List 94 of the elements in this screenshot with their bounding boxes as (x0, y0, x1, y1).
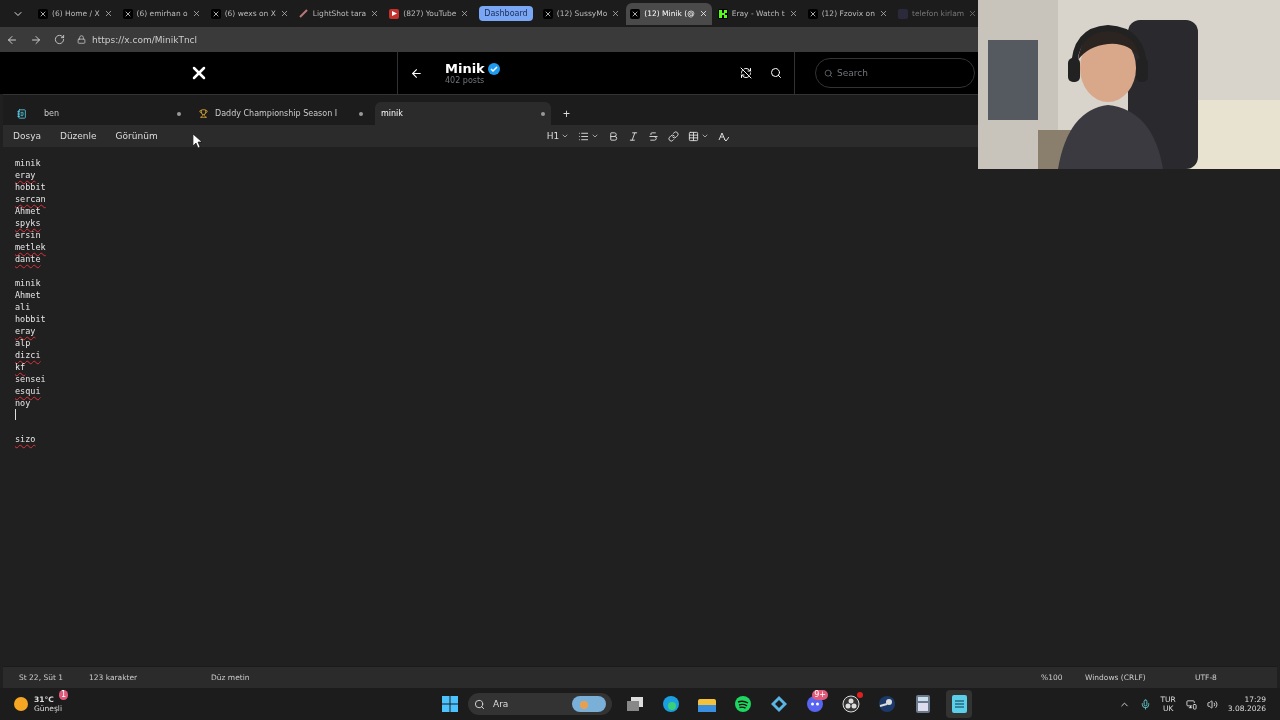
close-icon[interactable] (279, 9, 289, 18)
network-icon[interactable] (1185, 698, 1197, 710)
table-button[interactable] (688, 130, 710, 142)
volume-icon[interactable] (1206, 698, 1218, 710)
notification-badge: 9+ (812, 690, 828, 700)
new-tab-button[interactable]: + (557, 102, 576, 125)
document-tab[interactable]: Daddy Championship Season I (193, 102, 369, 125)
table-icon (688, 130, 700, 142)
caret-icon (591, 132, 600, 140)
text-line: Ahmet (15, 290, 41, 300)
mouse-pointer-icon (193, 134, 203, 148)
text-line: minik (15, 278, 41, 288)
taskbar-app-button[interactable]: 9+ (802, 690, 828, 718)
link-icon[interactable] (668, 130, 680, 142)
text-line: noy (15, 398, 31, 408)
x-logo-icon (542, 8, 553, 19)
windows-start-icon[interactable] (442, 696, 458, 712)
calculator-logo-icon (916, 695, 930, 713)
notification-badge: 1 (58, 690, 68, 700)
text-line: eray (15, 326, 36, 336)
text-line: spyks (15, 218, 41, 228)
text-line: sercan (15, 194, 46, 204)
taskbar-app-button[interactable] (946, 690, 972, 718)
text-line: metlek (15, 242, 46, 252)
close-icon[interactable] (878, 9, 888, 18)
document-tab[interactable]: ben (11, 102, 187, 125)
caret-icon (701, 132, 710, 140)
strikethrough-icon[interactable] (648, 130, 660, 142)
text-line: Ahmet (15, 206, 41, 216)
forward-icon[interactable] (30, 33, 42, 46)
text-line: dizci (15, 350, 41, 360)
page-icon (897, 8, 908, 19)
x-logo-icon (38, 8, 48, 19)
search-icon (824, 68, 833, 78)
close-icon[interactable] (460, 9, 470, 18)
sync-off-icon[interactable] (740, 67, 752, 79)
microphone-icon[interactable] (1139, 698, 1151, 710)
notepad-logo-icon (951, 695, 967, 713)
folder-logo-icon (698, 696, 716, 712)
trophy-icon (199, 109, 208, 118)
gem-logo-icon (770, 695, 788, 713)
verified-badge-icon (487, 62, 500, 75)
close-icon[interactable] (103, 9, 113, 18)
close-icon[interactable] (370, 9, 380, 18)
text-line: ali (15, 302, 31, 312)
url-field[interactable]: https://x.com/MinikTncl (92, 34, 198, 45)
taskbar-search[interactable]: Ara (468, 693, 612, 715)
text-line: kf (15, 362, 26, 372)
text-line: minik (15, 158, 41, 168)
x-logo-icon (807, 8, 818, 19)
notepad-icon (17, 108, 27, 119)
italic-icon[interactable] (628, 130, 640, 142)
text-line: hobbit (15, 182, 46, 192)
heading-button[interactable]: H1 (546, 131, 570, 141)
profile-name: Minik (445, 61, 485, 76)
search-icon (474, 698, 485, 710)
text-line: eray (15, 170, 36, 180)
list-icon (578, 130, 590, 142)
x-logo-icon (630, 8, 641, 19)
menu-item[interactable]: Dosya (13, 131, 41, 141)
post-count: 402 posts (445, 76, 486, 85)
document-tab[interactable]: minik (375, 102, 551, 125)
play-icon (389, 8, 400, 19)
close-icon[interactable] (698, 9, 708, 18)
text-cursor (15, 409, 16, 420)
x-logo-icon (122, 8, 133, 19)
search-icon[interactable] (770, 67, 782, 79)
spellcheck-icon[interactable] (718, 130, 730, 142)
text-line: esqui (15, 386, 41, 396)
tab-group-label[interactable]: Dashboard (479, 6, 533, 21)
text-line: alp (15, 338, 31, 348)
list-button[interactable] (578, 130, 600, 142)
lock-icon (77, 35, 86, 44)
bold-icon[interactable] (608, 130, 620, 142)
text-line: ersin (15, 230, 41, 240)
back-icon[interactable] (410, 66, 423, 80)
reload-icon[interactable] (54, 34, 65, 45)
close-icon[interactable] (191, 9, 201, 18)
text-line: dante (15, 254, 41, 264)
spotify-logo-icon (734, 695, 752, 713)
menu-item[interactable]: Görünüm (115, 131, 158, 141)
menu-item[interactable]: Düzenle (59, 131, 97, 141)
kick-logo-icon (717, 8, 728, 19)
taskview-logo-icon (627, 697, 643, 711)
close-icon[interactable] (611, 9, 621, 18)
close-icon[interactable] (968, 9, 978, 18)
text-line: hobbit (15, 314, 46, 324)
sun-icon[interactable] (14, 697, 28, 711)
close-icon[interactable] (788, 9, 798, 18)
text-line: sizo (15, 434, 36, 444)
caret-icon (561, 132, 570, 140)
x-logo-icon (210, 8, 221, 19)
text-line: sensei (15, 374, 46, 384)
pen-icon (298, 8, 309, 19)
